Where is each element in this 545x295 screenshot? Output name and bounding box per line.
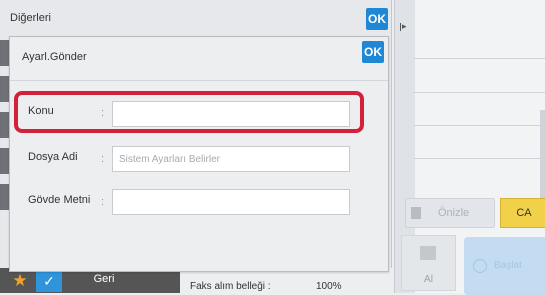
divider [414,158,545,159]
divider [414,92,545,93]
side-tab[interactable] [0,40,9,66]
check-icon[interactable]: ✓ [36,270,62,292]
body-text-input[interactable] [112,189,350,215]
back-button[interactable]: Geri [68,269,140,291]
divider [414,58,545,59]
inner-ok-button[interactable]: OK [362,41,384,63]
side-tab[interactable] [0,112,9,138]
fax-memory-label: Faks alım belleği : [190,281,271,292]
outer-ok-button[interactable]: OK [366,8,388,30]
body-text-colon: : [101,196,105,208]
file-name-colon: : [101,153,105,165]
start-label: Başlat [494,260,522,271]
preview-label: Önizle [438,207,470,219]
star-icon[interactable]: ★ [10,271,30,291]
inner-dialog-title: Ayarl.Gönder [22,51,87,63]
start-icon [473,259,487,273]
clear-all-button[interactable]: CA [500,198,545,228]
receive-button[interactable]: Al [401,235,456,291]
receive-icon [420,246,436,260]
highlight-box [14,91,364,133]
side-tab[interactable] [0,148,9,174]
outer-dialog-title: Diğerleri [10,12,51,24]
file-name-label: Dosya Adi [28,151,78,163]
preview-button[interactable]: Önizle [405,198,495,228]
preview-icon [411,207,421,219]
file-name-input[interactable] [112,146,350,172]
receive-label: Al [424,274,433,285]
side-tab[interactable] [0,184,9,210]
scrollbar[interactable] [540,110,545,200]
fax-memory-value: 100% [316,281,342,292]
divider [10,80,388,81]
body-text-label: Gövde Metni [28,194,91,206]
side-tab[interactable] [0,76,9,102]
divider [414,125,545,126]
start-button[interactable]: Başlat [464,237,545,295]
play-icon[interactable]: ▸ [400,21,407,32]
